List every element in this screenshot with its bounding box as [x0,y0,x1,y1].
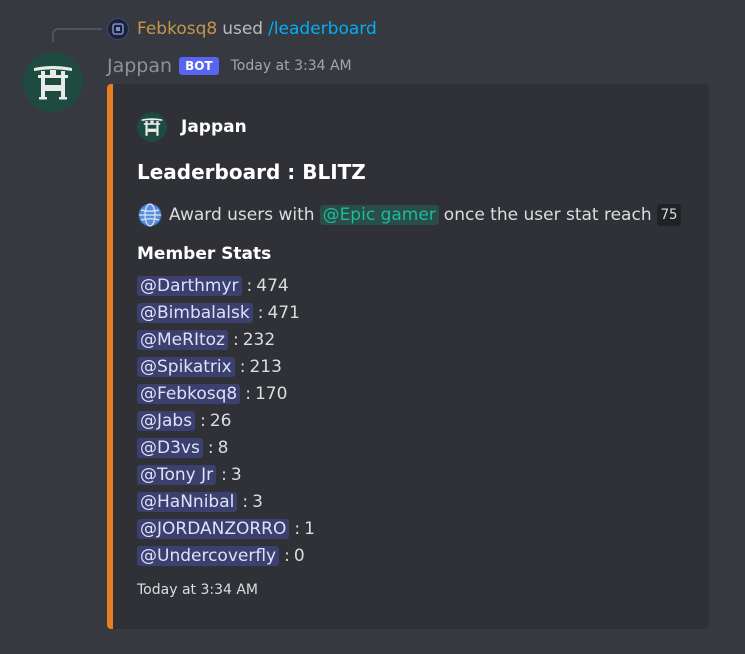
user-mention[interactable]: @JORDANZORRO [137,518,290,539]
stat-value: 170 [254,383,288,404]
user-mention[interactable]: @Jabs [137,410,196,431]
user-mention[interactable]: @Undercoverfly [137,545,280,566]
member-stats-heading: Member Stats [137,244,272,264]
stat-row: @Tony Jr:3 [137,461,315,488]
embed-author: Jappan [137,112,247,142]
stat-separator: : [221,464,227,485]
globe-icon [138,203,162,227]
user-mention[interactable]: @Bimbalalsk [137,302,253,323]
stat-row: @Spikatrix:213 [137,353,315,380]
slash-command-link[interactable]: /leaderboard [268,19,377,39]
stat-separator: : [246,275,253,296]
torii-gate-icon [141,118,163,136]
embed-footer-timestamp: Today at 3:34 AM [137,582,259,598]
user-avatar-icon[interactable] [107,18,129,40]
reply-spine [52,28,102,42]
embed-title: Leaderboard : BLITZ [137,160,366,184]
stat-separator: : [257,302,264,323]
bot-tag: BOT [179,57,219,75]
message-header: Jappan BOT Today at 3:34 AM [107,53,352,79]
user-mention[interactable]: @D3vs [137,437,203,458]
stat-separator: : [200,410,206,431]
stat-separator: : [294,518,301,539]
stat-value: 3 [230,464,242,485]
user-mention[interactable]: @HaNnibal [137,491,238,512]
reply-used-text: used [222,19,264,39]
stat-row: @MeRItoz:232 [137,326,315,353]
stat-value: 0 [293,545,305,566]
stat-value: 213 [249,356,282,377]
stat-value: 26 [209,410,232,431]
user-mention[interactable]: @Febkosq8 [137,383,241,404]
stat-row: @D3vs:8 [137,434,315,461]
user-mention[interactable]: @Spikatrix [137,356,235,377]
torii-gate-icon [34,66,72,100]
message-timestamp[interactable]: Today at 3:34 AM [231,58,352,74]
stat-separator: : [232,329,239,350]
reply-username[interactable]: Febkosq8 [137,19,217,39]
stat-row: @Febkosq8:170 [137,380,315,407]
role-mention[interactable]: @Epic gamer [319,205,439,225]
stat-value: 8 [217,437,229,458]
chat-message: Febkosq8 used /leaderboard Jappan BOT To… [0,0,745,654]
threshold-value: 75 [656,204,682,226]
bot-avatar[interactable] [23,52,83,112]
stat-value: 3 [252,491,263,512]
stat-row: @Undercoverfly:0 [137,542,315,569]
stat-separator: : [239,356,246,377]
stat-value: 471 [267,302,300,323]
stat-separator: : [242,491,249,512]
stat-value: 1 [304,518,315,539]
description-middle: once the user stat reach [443,205,652,225]
user-mention[interactable]: @MeRItoz [137,329,228,350]
stat-row: @Bimbalalsk:471 [137,299,315,326]
stat-separator: : [245,383,251,404]
command-reference[interactable]: Febkosq8 used /leaderboard [107,16,377,42]
embed-description: Award users with @Epic gamer once the us… [137,202,682,228]
stat-value: 232 [242,329,276,350]
stat-row: @Darthmyr:474 [137,272,315,299]
author-name[interactable]: Jappan [107,55,172,77]
embed-author-icon [137,112,167,142]
stat-row: @HaNnibal:3 [137,488,315,515]
stat-value: 474 [256,275,289,296]
embed-author-name: Jappan [181,117,247,137]
description-prefix: Award users with [169,205,315,225]
leaderboard-embed: Jappan Leaderboard : BLITZ Award users w… [107,84,709,629]
member-stats-list: @Darthmyr:474 @Bimbalalsk:471 @MeRItoz:232… [137,272,315,569]
user-mention[interactable]: @Darthmyr [137,275,242,296]
stat-row: @Jabs:26 [137,407,315,434]
stat-row: @JORDANZORRO:1 [137,515,315,542]
user-mention[interactable]: @Tony Jr [137,464,217,485]
stat-separator: : [207,437,214,458]
stat-separator: : [284,545,290,566]
